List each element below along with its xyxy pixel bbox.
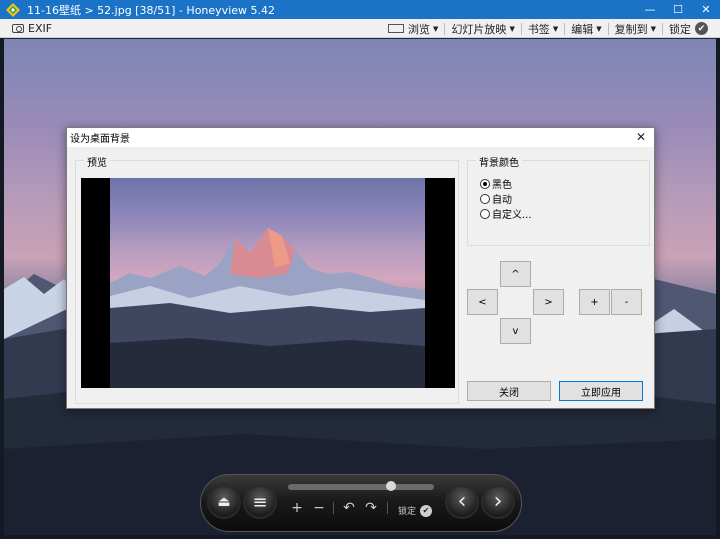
move-right-button[interactable]: > <box>533 289 564 315</box>
chevron-down-icon: ▼ <box>433 24 439 33</box>
viewer-frame <box>0 535 720 539</box>
filmstrip-icon <box>388 24 405 33</box>
slider-knob[interactable] <box>385 481 396 491</box>
camera-icon <box>12 23 24 33</box>
radio-button[interactable] <box>480 193 490 204</box>
chevron-down-icon: ▼ <box>596 24 602 33</box>
osd-lock-toggle[interactable]: 锁定 ✔ <box>398 504 433 517</box>
preview-image <box>110 178 425 388</box>
edit-menu[interactable]: 编辑 ▼ <box>565 19 607 38</box>
exif-button[interactable]: EXIF <box>12 22 52 35</box>
osd-divider <box>387 502 388 514</box>
radio-label: 自动 <box>492 195 512 206</box>
chevron-left-icon: ‹ <box>457 489 467 514</box>
dialog-close-icon[interactable]: ✕ <box>634 130 648 144</box>
window-title: 11-16壁纸 > 52.jpg [38/51] - Honeyview 5.4… <box>27 3 275 17</box>
slideshow-label: 幻灯片放映 <box>451 22 507 36</box>
menu-button[interactable]: ≡ <box>243 485 277 519</box>
osd-divider <box>333 502 334 514</box>
copy-to-label: 复制到 <box>614 22 648 36</box>
radio-label: 自定义... <box>492 210 532 221</box>
close-button[interactable]: 关闭 <box>467 381 551 401</box>
zoom-in-button[interactable]: + <box>579 289 610 315</box>
radio-auto[interactable]: 自动 <box>480 191 512 206</box>
bookmark-label: 书签 <box>527 22 550 36</box>
chevron-right-icon: › <box>493 489 503 514</box>
menu-icon: ≡ <box>252 491 268 513</box>
toolbar: EXIF 浏览 ▼ 幻灯片放映 ▼ 书签 ▼ 编辑 ▼ 复制到 ▼ 锁定 ✔ <box>0 19 720 38</box>
edit-label: 编辑 <box>571 22 594 36</box>
maximize-button[interactable]: ☐ <box>664 0 692 19</box>
eject-icon: ⏏ <box>217 494 231 510</box>
zoom-in-icon[interactable]: + <box>289 500 305 516</box>
radio-black[interactable]: 黑色 <box>480 176 512 191</box>
viewer-frame <box>716 38 720 535</box>
previous-button[interactable]: ‹ <box>445 485 479 519</box>
osd-lock-label: 锁定 <box>398 507 417 517</box>
browse-menu[interactable]: 浏览 ▼ <box>382 19 444 38</box>
move-left-button[interactable]: < <box>467 289 498 315</box>
dialog-title: 设为桌面背景 <box>70 134 130 145</box>
exif-label: EXIF <box>28 21 53 35</box>
chevron-down-icon: ▼ <box>552 24 559 33</box>
window-titlebar: 11-16壁纸 > 52.jpg [38/51] - Honeyview 5.4… <box>0 0 720 19</box>
preview-label: 预览 <box>84 154 110 169</box>
radio-button[interactable] <box>480 178 490 189</box>
move-up-button[interactable]: ^ <box>500 261 531 287</box>
bookmark-menu[interactable]: 书签 ▼ <box>522 19 564 38</box>
close-window-button[interactable]: ✕ <box>692 0 720 19</box>
rotate-left-icon[interactable]: ↶ <box>341 500 357 516</box>
radio-custom[interactable]: 自定义... <box>480 206 532 221</box>
apply-now-button[interactable]: 立即应用 <box>559 381 643 401</box>
radio-button[interactable] <box>480 208 490 219</box>
bgcolor-group: 背景颜色 黑色 自动 自定义... <box>467 154 650 246</box>
chevron-down-icon: ▼ <box>650 24 656 33</box>
zoom-out-button[interactable]: - <box>611 289 642 315</box>
position-slider[interactable] <box>288 481 434 491</box>
osd-control-bar: ⏏ ≡ + − ↶ ↷ 锁定 ✔ ‹ › <box>200 474 522 532</box>
dialog-titlebar: 设为桌面背景 ✕ <box>67 128 654 147</box>
slideshow-menu[interactable]: 幻灯片放映 ▼ <box>445 19 520 38</box>
minimize-button[interactable]: — <box>636 0 664 19</box>
zoom-out-icon[interactable]: − <box>311 500 327 516</box>
bgcolor-label: 背景颜色 <box>476 154 522 169</box>
copy-to-menu[interactable]: 复制到 ▼ <box>609 19 662 38</box>
browse-label: 浏览 <box>408 22 431 36</box>
set-wallpaper-dialog: 设为桌面背景 ✕ 预览 背景颜色 黑色 自动 自定义... ^ < > v + … <box>66 127 655 409</box>
preview-group: 预览 <box>75 154 459 404</box>
next-button[interactable]: › <box>481 485 515 519</box>
honeyview-app-icon <box>5 2 21 18</box>
check-icon: ✔ <box>695 22 708 35</box>
check-icon: ✔ <box>420 504 433 517</box>
eject-button[interactable]: ⏏ <box>207 485 241 519</box>
preview-box <box>81 178 455 388</box>
radio-label: 黑色 <box>492 180 512 191</box>
chevron-down-icon: ▼ <box>509 24 515 33</box>
rotate-right-icon[interactable]: ↷ <box>363 500 379 516</box>
lock-label: 锁定 <box>669 22 691 36</box>
move-down-button[interactable]: v <box>500 318 531 344</box>
lock-button[interactable]: 锁定 ✔ <box>663 19 714 38</box>
